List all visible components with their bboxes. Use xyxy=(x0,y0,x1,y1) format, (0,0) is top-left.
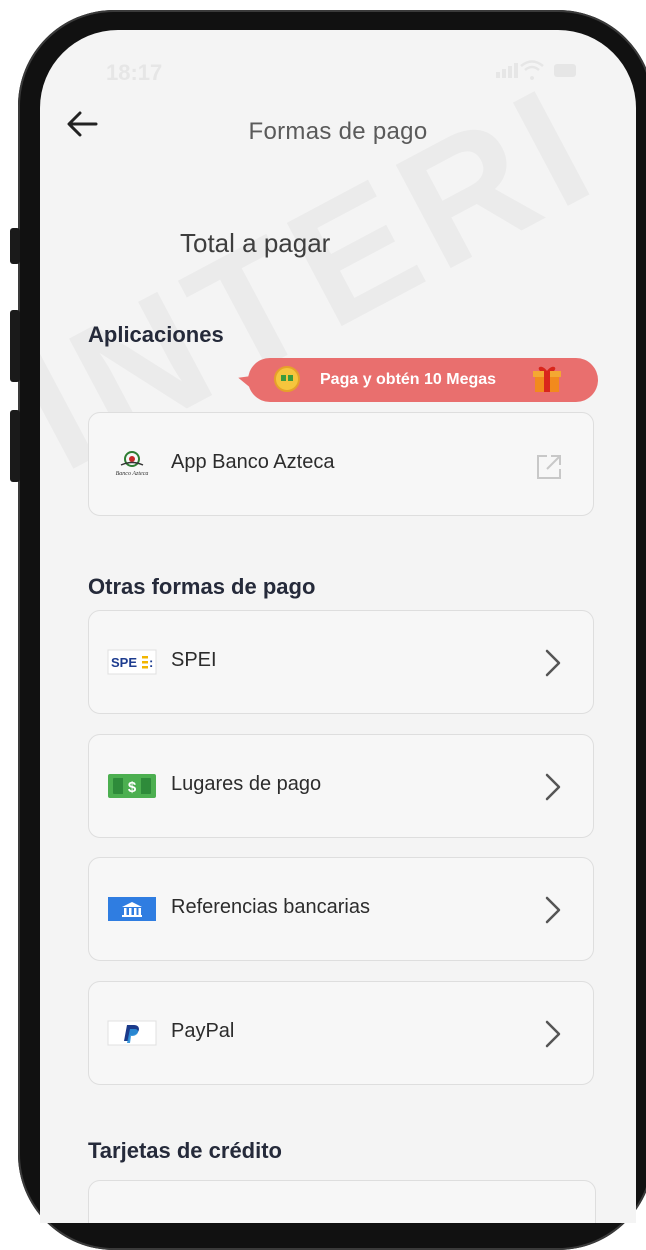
status-icons xyxy=(494,60,584,86)
credit-card-option[interactable] xyxy=(88,1180,596,1223)
bank-icon xyxy=(108,897,156,921)
svg-text:SPE: SPE xyxy=(111,655,137,670)
section-title-cards: Tarjetas de crédito xyxy=(88,1138,282,1163)
phone-screen: INTERI 18:17 Formas de pago Total a paga… xyxy=(40,30,636,1223)
svg-text::: : xyxy=(149,655,153,670)
money-face-icon xyxy=(274,366,300,392)
chevron-right-icon xyxy=(545,649,561,677)
paypal-icon xyxy=(107,1020,157,1046)
gift-icon xyxy=(533,366,561,392)
page-title: Formas de pago xyxy=(248,118,428,145)
mute-switch xyxy=(10,228,20,264)
payment-option-referencias-bancarias[interactable]: Referencias bancarias xyxy=(88,857,594,961)
signal-wifi-battery-icon xyxy=(496,60,576,80)
promo-badge-text: Paga y obtén 10 Megas xyxy=(320,371,497,388)
card-label: PayPal xyxy=(171,1020,235,1042)
volume-up-button xyxy=(10,310,20,382)
payment-option-paypal[interactable]: PayPal xyxy=(88,981,594,1085)
spei-logo: SPE : xyxy=(107,649,157,675)
chevron-right-icon xyxy=(545,773,561,801)
section-title-other: Otras formas de pago xyxy=(88,574,316,599)
banco-azteca-logo: Banco Azteca xyxy=(116,451,149,477)
svg-text:Banco Azteca: Banco Azteca xyxy=(116,471,149,477)
payment-option-app-banco-azteca[interactable]: Banco Azteca App Banco Azteca xyxy=(88,412,594,516)
payment-option-lugares-de-pago[interactable]: $ Lugares de pago xyxy=(88,734,594,838)
card-label: App Banco Azteca xyxy=(171,451,335,473)
chevron-right-icon xyxy=(545,1020,561,1048)
status-time: 18:17 xyxy=(106,60,163,85)
payment-option-spei[interactable]: SPE : SPEI xyxy=(88,610,594,714)
card-label: Lugares de pago xyxy=(171,773,322,795)
svg-text:$: $ xyxy=(128,779,137,796)
total-label: Total a pagar xyxy=(180,228,331,258)
chevron-right-icon xyxy=(545,896,561,924)
section-title-apps: Aplicaciones xyxy=(88,322,224,347)
card-label: Referencias bancarias xyxy=(171,896,370,918)
external-link-icon xyxy=(537,455,561,479)
cash-icon: $ xyxy=(108,774,156,798)
card-label: SPEI xyxy=(171,649,217,671)
volume-down-button xyxy=(10,410,20,482)
status-bar: 18:17 xyxy=(40,30,636,110)
